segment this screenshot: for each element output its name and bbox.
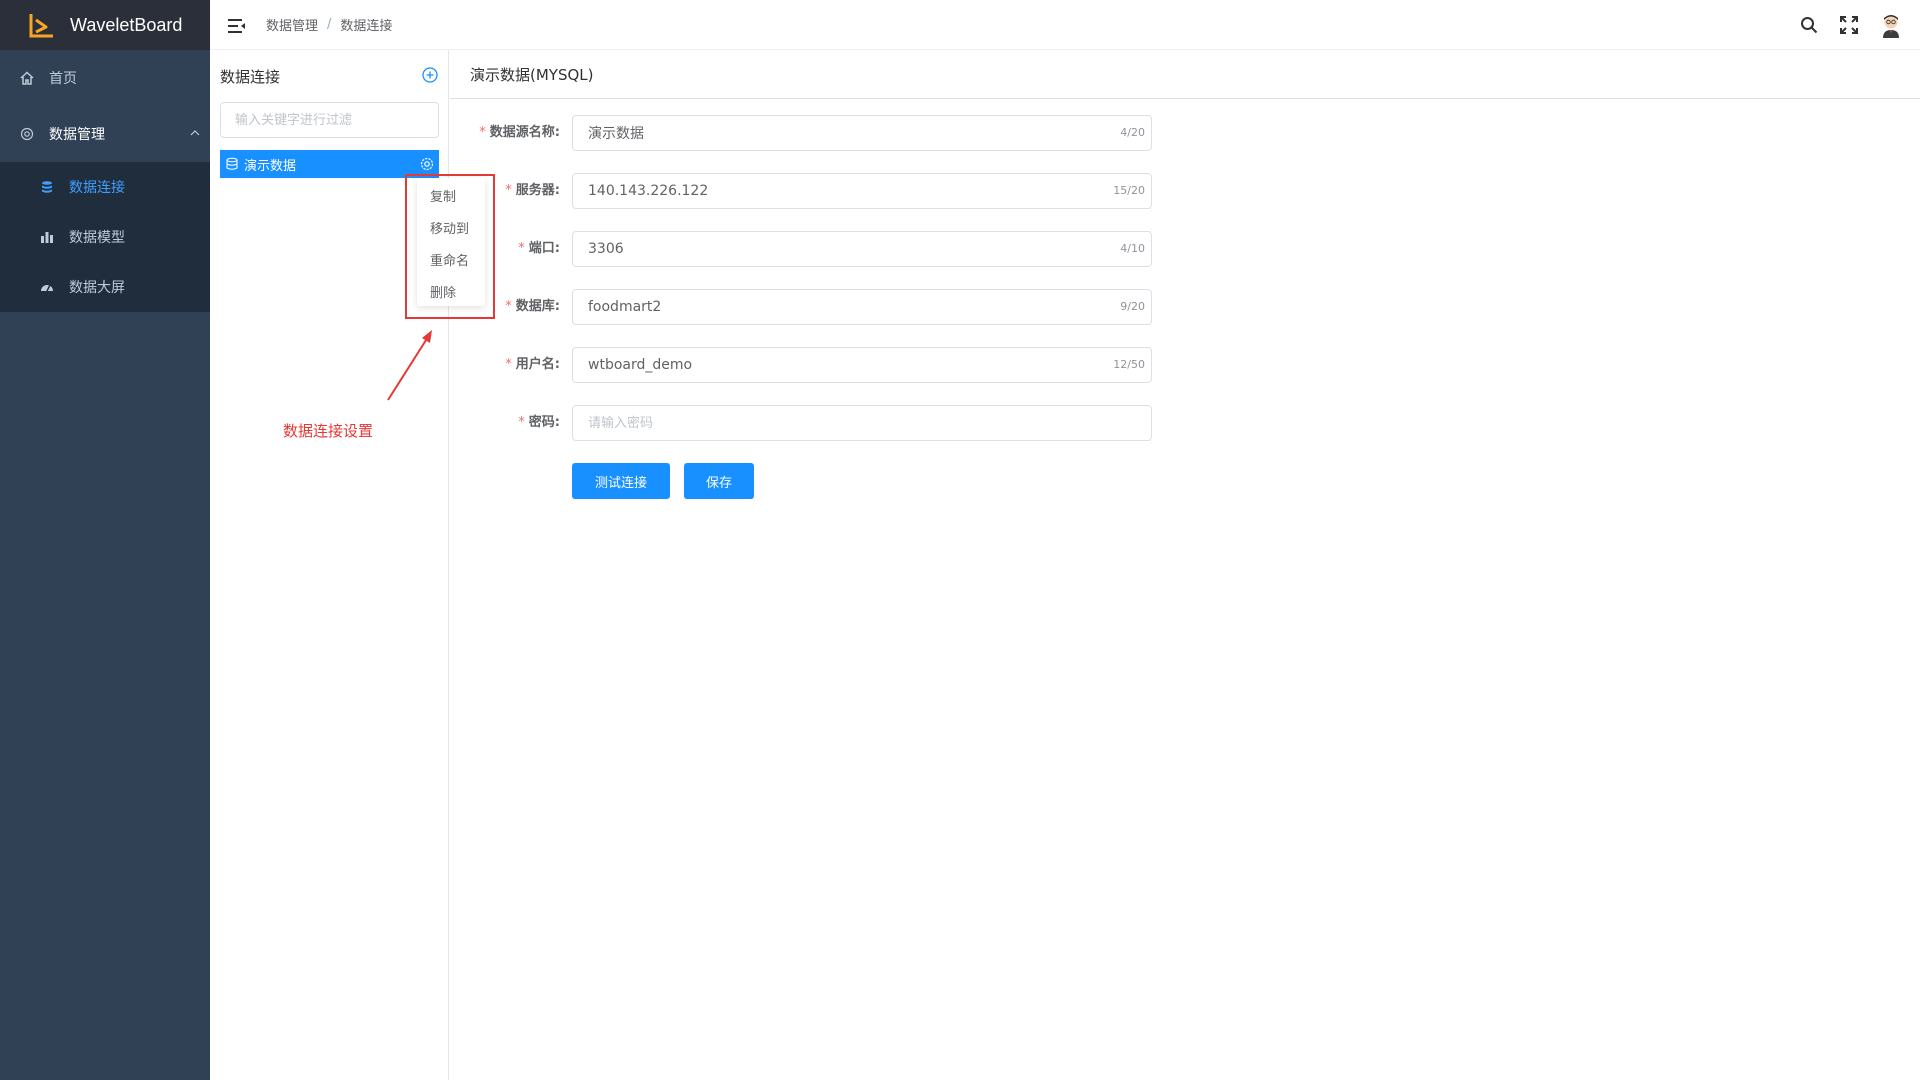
submenu-item-label: 数据大屏 — [69, 280, 125, 296]
field-label: * 服务器: — [505, 183, 560, 198]
char-count: 4/10 — [1120, 242, 1145, 255]
divider — [450, 98, 1920, 99]
top-header: 数据管理 / 数据连接 — [210, 0, 1920, 50]
annotation-text: 数据连接设置 — [283, 422, 374, 440]
save-button[interactable]: 保存 — [684, 463, 754, 499]
char-count: 12/50 — [1113, 358, 1145, 371]
breadcrumb-item[interactable]: 数据管理 — [266, 15, 318, 34]
app-name: WaveletBoard — [70, 14, 183, 35]
breadcrumb: 数据管理 / 数据连接 — [266, 15, 392, 34]
menu-item-label: 首页 — [49, 71, 77, 87]
form-row-password: * 密码: — [450, 405, 1450, 441]
tree-node-demo[interactable]: 演示数据 — [220, 150, 439, 178]
password-input[interactable] — [572, 405, 1152, 441]
datasource-name-input[interactable] — [572, 115, 1152, 151]
filter-input[interactable] — [220, 102, 439, 138]
chevron-up-icon — [190, 126, 200, 142]
submenu-item-label: 数据连接 — [69, 180, 125, 196]
connection-tree-panel: 数据连接 演示数据 — [210, 50, 449, 1080]
submenu-item-data-screen[interactable]: 数据大屏 — [0, 262, 210, 312]
form-row-server: *服务器: 15/20 — [450, 173, 1450, 209]
field-label: * 用户名: — [505, 357, 560, 372]
breadcrumb-item-current: 数据连接 — [340, 19, 393, 34]
avatar[interactable] — [1878, 12, 1904, 38]
form-row-database: *数据库: 9/20 — [450, 289, 1450, 325]
menu-item-home[interactable]: 首页 — [0, 50, 210, 106]
submenu-item-label: 数据模型 — [69, 230, 125, 246]
dashboard-icon — [40, 280, 54, 294]
gear-icon[interactable] — [419, 156, 435, 172]
menu-item-data-management[interactable]: 数据管理 — [0, 106, 210, 162]
form-row-port: *端口: 4/10 — [450, 231, 1450, 267]
field-label: * 端口: — [518, 241, 560, 256]
database-input[interactable] — [572, 289, 1152, 325]
field-label: * 密码: — [518, 415, 560, 430]
form-title: 演示数据(MYSQL) — [470, 66, 594, 84]
submenu: 数据连接 数据模型 数据大屏 — [0, 162, 210, 312]
field-label: * 数据源名称: — [479, 125, 560, 140]
logo[interactable]: WaveletBoard — [0, 0, 210, 50]
tree-node-label: 演示数据 — [244, 158, 297, 174]
test-connection-button[interactable]: 测试连接 — [572, 463, 670, 499]
char-count: 15/20 — [1113, 184, 1145, 197]
header-actions — [1798, 0, 1920, 50]
setting-icon — [20, 127, 34, 141]
database-icon — [225, 157, 239, 171]
database-icon — [40, 180, 54, 194]
logo-icon — [26, 10, 56, 40]
menu-item-label: 数据管理 — [49, 127, 105, 143]
form-row-datasource-name: *数据源名称: 4/20 — [450, 115, 1450, 151]
submenu-item-data-connection[interactable]: 数据连接 — [0, 162, 210, 212]
home-icon — [20, 71, 34, 85]
connection-form: 演示数据(MYSQL) *数据源名称: 4/20 *服务器: 15/20 *端口… — [450, 50, 1920, 1080]
char-count: 4/20 — [1120, 126, 1145, 139]
username-input[interactable] — [572, 347, 1152, 383]
fullscreen-icon[interactable] — [1838, 14, 1860, 36]
bar-chart-icon — [40, 230, 54, 244]
sidebar: WaveletBoard 首页 数据管理 数据连接 数据模型 数据大屏 — [0, 0, 210, 1080]
breadcrumb-separator: / — [327, 17, 332, 32]
annotation-arrow — [387, 330, 432, 401]
form-row-username: *用户名: 12/50 — [450, 347, 1450, 383]
field-label: * 数据库: — [505, 299, 560, 314]
search-icon[interactable] — [1798, 14, 1820, 36]
submenu-item-data-model[interactable]: 数据模型 — [0, 212, 210, 262]
server-input[interactable] — [572, 173, 1152, 209]
char-count: 9/20 — [1120, 300, 1145, 313]
add-circle-icon[interactable] — [421, 66, 439, 84]
hamburger-icon[interactable] — [228, 18, 246, 33]
tree-title: 数据连接 — [220, 68, 281, 86]
port-input[interactable] — [572, 231, 1152, 267]
